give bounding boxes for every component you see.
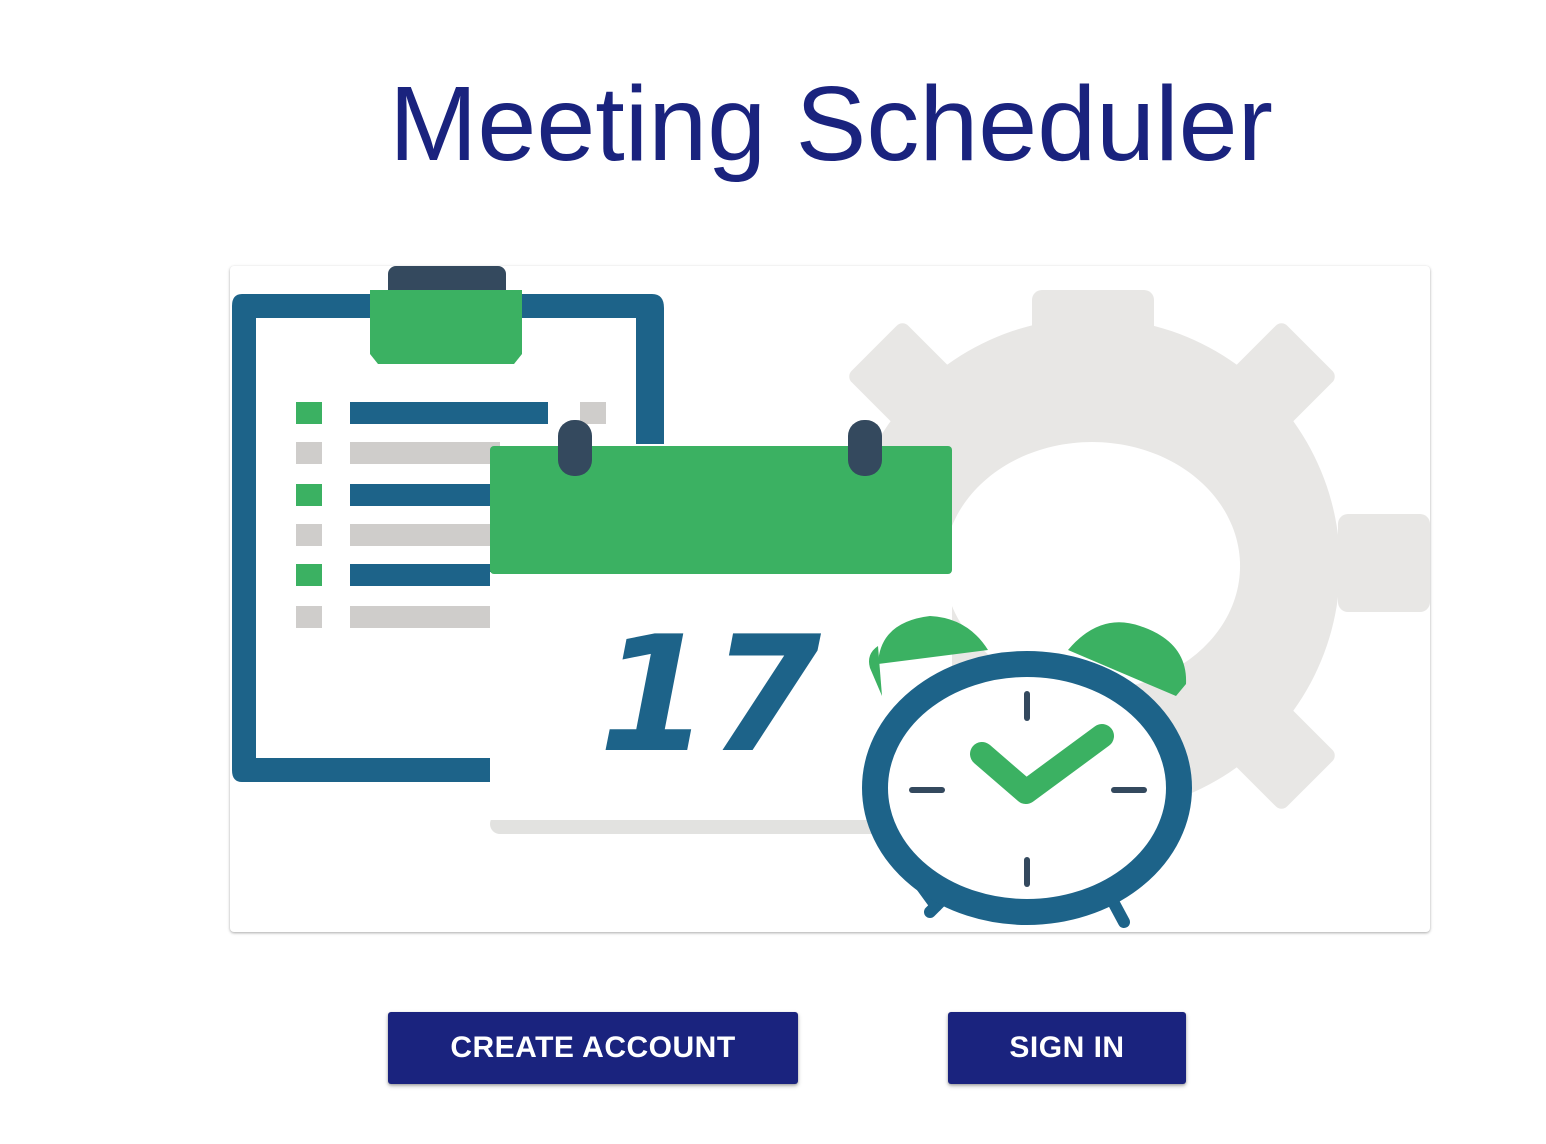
calendar-day-number: 17 <box>599 601 822 788</box>
hero-illustration: 17 <box>232 266 1430 928</box>
sign-in-button[interactable]: SIGN IN <box>948 1012 1186 1084</box>
create-account-button[interactable]: CREATE ACCOUNT <box>388 1012 798 1084</box>
hero-illustration-card: 17 <box>230 266 1430 932</box>
page-title: Meeting Scheduler <box>389 65 1273 183</box>
